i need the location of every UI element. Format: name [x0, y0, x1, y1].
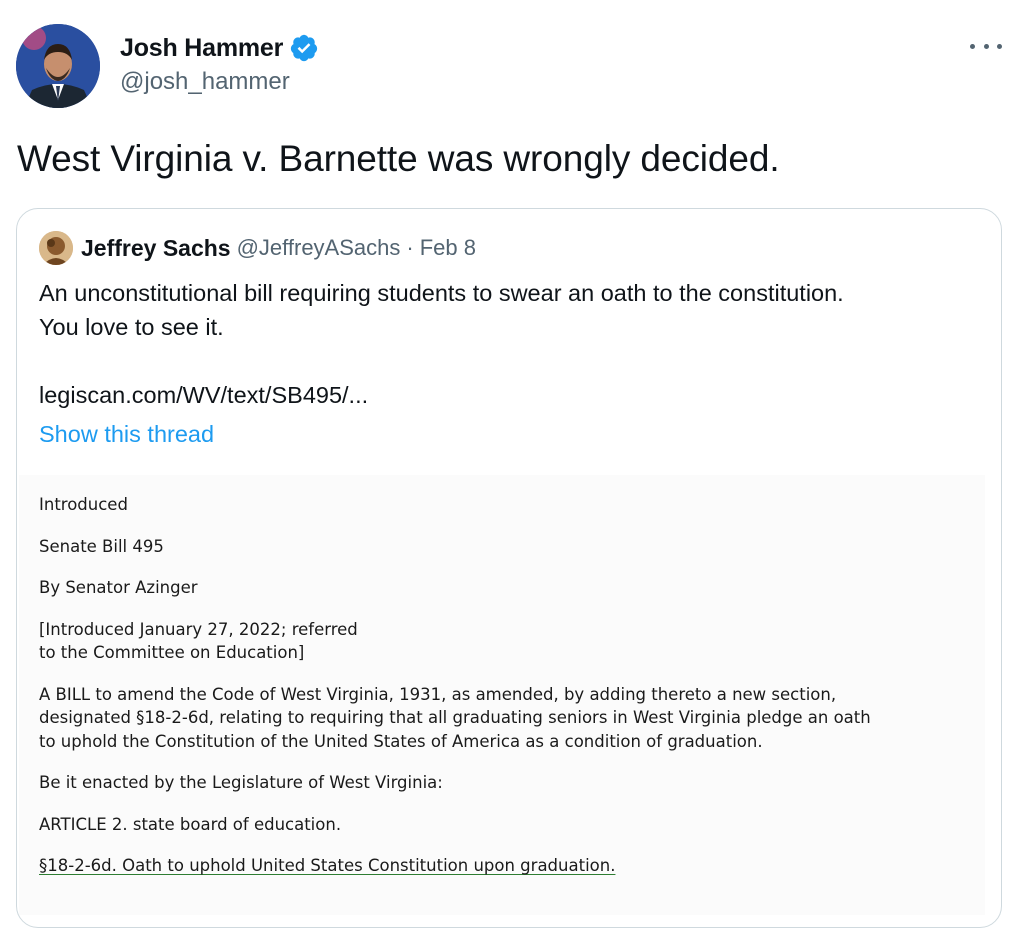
bill-document: Introduced Senate Bill 495 By Senator Az… [39, 493, 979, 896]
doc-article: ARTICLE 2. state board of education. [39, 814, 342, 834]
doc-summary: A BILL to amend the Code of West Virgini… [39, 683, 979, 754]
quoted-author-handle[interactable]: @JeffreyASachs [237, 235, 401, 261]
doc-introduced: [Introduced January 27, 2022; referred t… [39, 618, 979, 665]
more-dot [983, 43, 989, 49]
author-name[interactable]: Josh Hammer [120, 34, 283, 63]
quoted-tweet-card[interactable]: Jeffrey Sachs @JeffreyASachs · Feb 8 An … [16, 208, 1002, 928]
quoted-text-line: An unconstitutional bill requiring stude… [39, 280, 844, 306]
quoted-text-line: You love to see it. [39, 314, 224, 340]
doc-bill-number: Senate Bill 495 [39, 536, 164, 556]
author-avatar[interactable] [16, 24, 100, 108]
quoted-tweet-body: An unconstitutional bill requiring stude… [39, 276, 979, 412]
quoted-tweet-header: Jeffrey Sachs @JeffreyASachs · Feb 8 [39, 231, 476, 265]
author-handle[interactable]: @josh_hammer [120, 68, 290, 96]
more-dot [997, 43, 1002, 49]
tweet-text: West Virginia v. Barnette was wrongly de… [17, 138, 780, 179]
more-options-icon[interactable] [970, 34, 1002, 58]
doc-enacting-clause: Be it enacted by the Legislature of West… [39, 773, 443, 792]
show-thread-link[interactable]: Show this thread [39, 421, 214, 448]
quoted-tweet-date[interactable]: Feb 8 [420, 235, 476, 261]
quoted-author-avatar[interactable] [39, 231, 73, 265]
doc-introduced-line: [Introduced January 27, 2022; referred [39, 619, 358, 639]
doc-section-heading: §18-2-6d. Oath to uphold United States C… [39, 856, 616, 875]
quoted-author-name[interactable]: Jeffrey Sachs [81, 235, 231, 262]
doc-introduced-line: to the Committee on Education] [39, 643, 305, 662]
quoted-link[interactable]: legiscan.com/WV/text/SB495/... [39, 378, 979, 412]
doc-status: Introduced [39, 495, 128, 514]
author-name-row: Josh Hammer [120, 32, 319, 64]
doc-summary-line: A BILL to amend the Code of West Virgini… [39, 684, 837, 704]
doc-summary-line: designated §18-2-6d, relating to requiri… [39, 708, 871, 727]
bill-document-image[interactable]: Introduced Senate Bill 495 By Senator Az… [19, 475, 985, 915]
more-dot [970, 43, 975, 49]
verified-badge-icon [289, 33, 319, 63]
doc-sponsor: By Senator Azinger [39, 578, 198, 597]
doc-summary-line: to uphold the Constitution of the United… [39, 731, 763, 751]
quoted-separator: · [406, 235, 414, 260]
